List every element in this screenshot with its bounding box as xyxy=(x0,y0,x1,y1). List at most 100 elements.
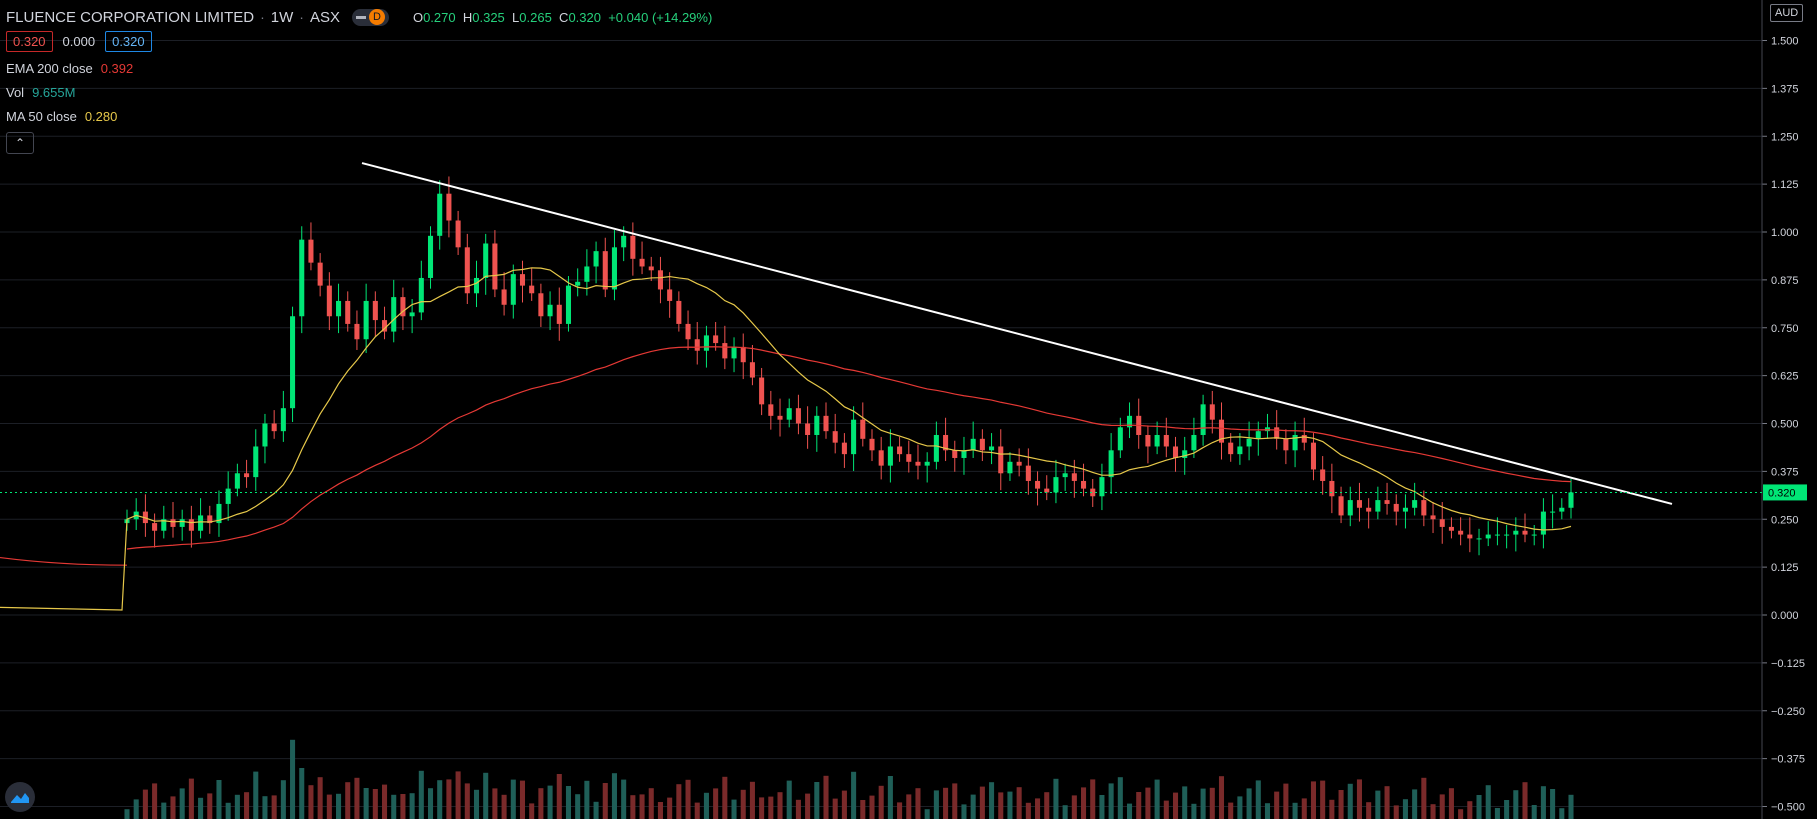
candle-body xyxy=(1476,538,1482,540)
y-tick-label: 0.250 xyxy=(1771,514,1799,526)
collapse-legend-button[interactable]: ⌃ xyxy=(6,132,34,154)
volume-bar xyxy=(363,788,369,819)
symbol-row: FLUENCE CORPORATION LIMITED · 1W · ASX D… xyxy=(6,8,713,26)
candle-body xyxy=(262,423,268,447)
ma-legend[interactable]: MA 50 close 0.280 xyxy=(6,104,712,128)
volume-bar xyxy=(1467,801,1473,819)
volume-bar xyxy=(1476,795,1482,819)
y-tick-label: −0.375 xyxy=(1771,754,1805,766)
interval[interactable]: 1W xyxy=(271,9,294,26)
volume-bar xyxy=(565,786,572,819)
volume-bar xyxy=(1559,808,1565,819)
candle-body xyxy=(492,243,498,290)
ema-line-prehistory xyxy=(0,556,128,566)
volume-bar xyxy=(1237,796,1243,819)
candle-body xyxy=(1025,465,1031,481)
volume-bar xyxy=(547,785,553,819)
volume-bar xyxy=(1071,795,1077,819)
volume-bar xyxy=(455,771,461,819)
y-tick-label: −0.250 xyxy=(1771,706,1805,718)
candle-body xyxy=(326,285,332,317)
candle-body xyxy=(1467,534,1473,539)
volume-bar xyxy=(749,781,755,819)
candle-body xyxy=(1347,500,1353,516)
candle-body xyxy=(547,304,553,317)
volume-bar xyxy=(1448,788,1454,819)
volume-bar xyxy=(823,775,829,819)
candle-body xyxy=(1081,480,1087,489)
minus-icon xyxy=(355,15,366,19)
candle-body xyxy=(1035,480,1041,489)
volume-bar xyxy=(345,782,351,819)
volume-bar xyxy=(1163,800,1169,819)
volume-bar xyxy=(933,790,939,819)
candle-body xyxy=(1458,530,1464,535)
volume-bar xyxy=(1504,800,1510,819)
currency-label[interactable]: AUD xyxy=(1770,4,1804,22)
candle-body xyxy=(924,461,930,466)
candle-body xyxy=(1356,500,1362,508)
candle-body xyxy=(1448,526,1454,531)
logo-icon xyxy=(11,793,29,803)
candle-body xyxy=(483,243,489,278)
volume-bar xyxy=(1099,795,1105,819)
market-status-pill[interactable]: D xyxy=(351,8,389,26)
candle-body xyxy=(1421,500,1427,516)
tradingview-logo[interactable] xyxy=(5,782,35,812)
symbol-name[interactable]: FLUENCE CORPORATION LIMITED xyxy=(6,9,254,26)
delay-badge: D xyxy=(368,9,385,25)
candle-body xyxy=(446,193,452,221)
volume-bar xyxy=(244,792,250,819)
candle-body xyxy=(869,438,875,451)
price-boxes: 0.320 0.000 0.320 xyxy=(6,30,712,52)
vol-value: 9.655M xyxy=(32,84,76,100)
high-value: 0.325 xyxy=(472,9,505,25)
candle-body xyxy=(740,346,746,363)
volume-bar xyxy=(805,793,811,819)
volume-bar xyxy=(381,784,388,819)
volume-bar xyxy=(409,793,415,819)
volume-bar xyxy=(1228,802,1234,819)
candle-body xyxy=(1430,515,1436,520)
sell-price-box[interactable]: 0.320 xyxy=(6,30,53,52)
volume-bar xyxy=(317,777,323,819)
buy-price-box[interactable]: 0.320 xyxy=(105,30,152,52)
volume-bar xyxy=(207,793,213,819)
candle-body xyxy=(501,289,507,305)
candle-body xyxy=(234,473,240,489)
volume-bar xyxy=(1485,785,1491,819)
ma-50-line xyxy=(0,267,1572,611)
volume-bar xyxy=(1513,790,1519,819)
candle-body xyxy=(823,415,829,432)
volume-bar xyxy=(133,799,139,819)
volume-bar xyxy=(1430,804,1436,819)
candle-body xyxy=(1044,488,1050,493)
volume-bar xyxy=(308,785,314,819)
volume-bar xyxy=(1172,792,1179,819)
candle-body xyxy=(179,519,185,527)
volume-bar xyxy=(1191,803,1197,819)
candle-body xyxy=(703,335,709,351)
candle-body xyxy=(1071,473,1077,481)
volume-bar xyxy=(1458,809,1464,819)
candle-body xyxy=(878,450,884,466)
volume-bar xyxy=(1154,779,1160,819)
y-tick-label: 0.500 xyxy=(1771,419,1799,431)
volume-bar xyxy=(694,802,700,819)
volume-bar xyxy=(676,784,682,819)
volume-bar xyxy=(924,809,930,819)
volume-bar xyxy=(860,800,866,819)
volume-bar xyxy=(685,779,691,819)
candle-body xyxy=(1439,519,1445,527)
candle-body xyxy=(805,423,811,435)
vol-legend[interactable]: Vol 9.655M xyxy=(6,80,712,104)
candle-body xyxy=(1310,442,1317,470)
volume-bar xyxy=(639,794,645,819)
volume-bar xyxy=(841,790,847,819)
ema-legend[interactable]: EMA 200 close 0.392 xyxy=(6,56,712,80)
volume-bar xyxy=(299,768,305,819)
volume-bar xyxy=(915,788,921,819)
candle-body xyxy=(952,450,958,458)
volume-bar xyxy=(657,802,663,819)
candle-body xyxy=(280,408,286,432)
